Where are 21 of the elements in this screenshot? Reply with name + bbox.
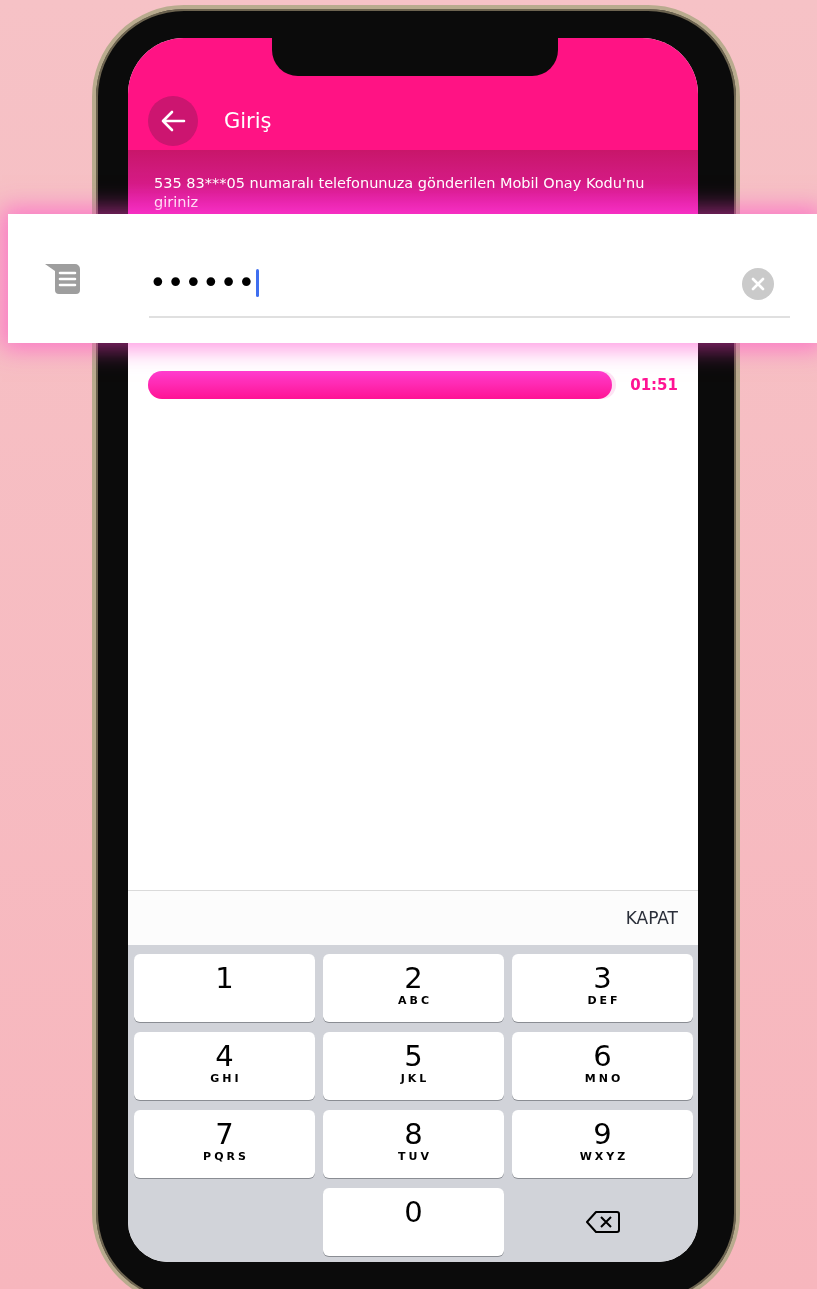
- back-button[interactable]: [148, 96, 198, 146]
- screen-title: Giriş: [224, 109, 272, 133]
- keypad-key[interactable]: 5 JKL: [323, 1032, 504, 1100]
- message-icon: [45, 262, 83, 295]
- text-cursor: [256, 268, 260, 297]
- keypad-key[interactable]: 8 TUV: [323, 1110, 504, 1178]
- countdown-text: 01:51: [630, 376, 678, 394]
- keypad-key[interactable]: 0: [323, 1188, 504, 1256]
- close-keyboard-button[interactable]: KAPAT: [621, 904, 682, 932]
- keypad-key[interactable]: 9 WXYZ: [512, 1110, 693, 1178]
- backspace-icon: [585, 1210, 620, 1234]
- keypad-key[interactable]: 2 ABC: [323, 954, 504, 1022]
- keypad-key[interactable]: 4 GHI: [134, 1032, 315, 1100]
- keypad-key[interactable]: 7 PQRS: [134, 1110, 315, 1178]
- close-icon: [751, 276, 765, 291]
- keypad-key[interactable]: 6 MNO: [512, 1032, 693, 1100]
- keypad-key[interactable]: 1: [134, 954, 315, 1022]
- instruction-text: 535 83***05 numaralı telefonunuza gönderilen Mobil Onay Kodu'nu giriniz: [154, 174, 646, 212]
- keypad-key[interactable]: 3 DEF: [512, 954, 693, 1022]
- code-input-field[interactable]: ••••••: [149, 249, 790, 318]
- back-arrow-icon: [160, 109, 186, 133]
